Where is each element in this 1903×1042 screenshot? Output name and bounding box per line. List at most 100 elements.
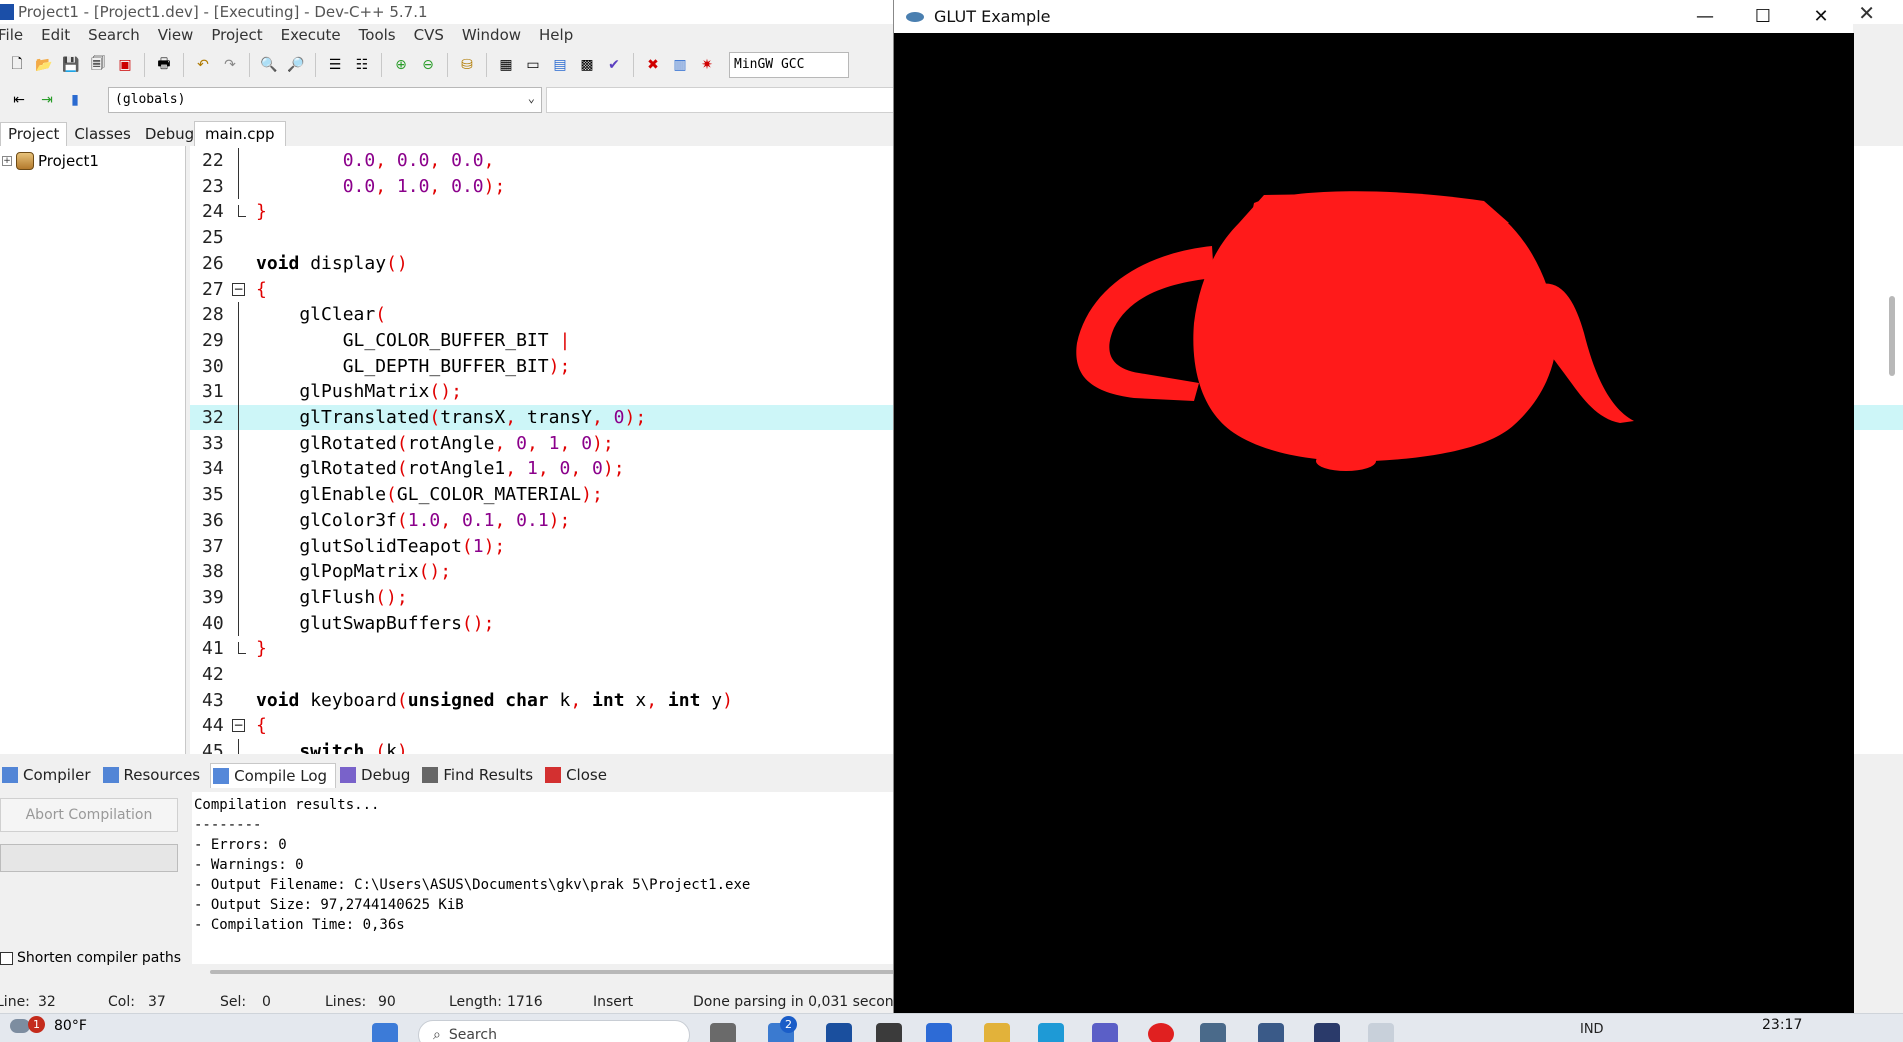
devcpp-taskbar-icon[interactable] — [1314, 1023, 1340, 1042]
code-token: (); — [461, 612, 495, 634]
delete-profile-icon[interactable]: ✷ — [696, 54, 718, 76]
compiler-select[interactable]: MinGW GCC — [729, 52, 849, 78]
close-file-icon[interactable]: ▣ — [114, 54, 136, 76]
open-file-icon[interactable]: 📂 — [33, 54, 55, 76]
fold-guide — [238, 739, 239, 754]
menu-project[interactable]: Project — [211, 26, 272, 44]
tab-classes[interactable]: Classes — [67, 123, 138, 146]
code-token: ( — [375, 304, 387, 326]
line-number: 29 — [202, 329, 224, 351]
taskbar-search[interactable]: ⌕ Search — [418, 1020, 690, 1042]
profile-icon[interactable]: ▥ — [669, 54, 691, 76]
rebuild-all-icon[interactable]: ▩ — [576, 54, 598, 76]
bookmark-icon[interactable]: ▮ — [64, 89, 86, 111]
collapse-icon[interactable]: − — [232, 719, 245, 733]
opera-icon[interactable] — [1148, 1023, 1174, 1042]
expand-icon[interactable]: + — [2, 156, 12, 166]
indent-icon[interactable]: ☰ — [324, 54, 346, 76]
remove-from-project-icon[interactable]: ⊖ — [417, 54, 439, 76]
save-icon[interactable]: 💾 — [60, 54, 82, 76]
goto-icon[interactable]: ⇤ — [8, 89, 30, 111]
edge-icon[interactable] — [1038, 1023, 1064, 1042]
language-indicator[interactable]: IND — [1580, 1022, 1604, 1037]
code-token: ( — [386, 484, 397, 506]
compile-run-icon[interactable]: ▤ — [549, 54, 571, 76]
insert-icon[interactable]: ⇥ — [36, 89, 58, 111]
glut-app-icon — [906, 11, 924, 22]
line-number: 37 — [202, 535, 224, 557]
glut-render-canvas[interactable] — [894, 33, 1854, 1014]
store-icon[interactable] — [826, 1023, 852, 1042]
devcpp-app-icon — [0, 4, 14, 20]
code-text: void display() — [256, 251, 408, 276]
teams-icon[interactable] — [1092, 1023, 1118, 1042]
menu-view[interactable]: View — [158, 26, 204, 44]
replace-icon[interactable]: 🔎 — [285, 54, 307, 76]
find-icon[interactable]: 🔍 — [258, 54, 280, 76]
tab-debug[interactable]: Debug — [338, 763, 418, 787]
project-options-icon[interactable]: ⛁ — [456, 54, 478, 76]
menu-execute[interactable]: Execute — [281, 26, 351, 44]
collapse-icon[interactable]: − — [232, 282, 245, 296]
minimize-icon[interactable]: — — [1676, 0, 1734, 33]
save-all-icon[interactable]: 🗐 — [87, 54, 109, 76]
shorten-paths-checkbox[interactable] — [0, 951, 13, 965]
vscode-icon[interactable] — [926, 1023, 952, 1042]
maximize-icon[interactable]: ☐ — [1734, 0, 1792, 33]
tab-close[interactable]: Close — [543, 763, 615, 787]
tab-find-results[interactable]: Find Results — [420, 763, 541, 787]
app-icon[interactable] — [876, 1023, 902, 1042]
abort-compilation-button[interactable]: Abort Compilation — [0, 798, 178, 832]
app-icon-2[interactable] — [1258, 1023, 1284, 1042]
toolbar-separator — [447, 53, 448, 77]
menu-window[interactable]: Window — [462, 26, 531, 44]
tab-main-cpp[interactable]: main.cpp — [194, 121, 286, 146]
task-view-icon[interactable] — [710, 1023, 736, 1042]
menu-search[interactable]: Search — [88, 26, 150, 44]
shorten-paths-row[interactable]: Shorten compiler paths — [0, 950, 181, 966]
add-to-project-icon[interactable]: ⊕ — [390, 54, 412, 76]
members-select[interactable] — [546, 87, 906, 113]
clock-time[interactable]: 23:17 — [1762, 1017, 1802, 1033]
print-icon[interactable]: 🖶 — [153, 54, 175, 76]
compile-icon[interactable]: ▦ — [495, 54, 517, 76]
code-token: 1.0 — [396, 175, 430, 197]
find-results-icon — [422, 767, 439, 783]
file-explorer-icon[interactable] — [984, 1023, 1010, 1042]
code-token: } — [256, 638, 267, 660]
unindent-icon[interactable]: ☷ — [351, 54, 373, 76]
log-line: - Compilation Time: 0,36s — [194, 917, 405, 933]
redo-icon[interactable]: ↷ — [219, 54, 241, 76]
syntax-check-icon[interactable]: ✔ — [603, 54, 625, 76]
close-icon[interactable]: ✕ — [1792, 0, 1850, 33]
editor-scrollbar-thumb[interactable] — [1889, 296, 1895, 376]
start-icon[interactable] — [372, 1023, 398, 1042]
menu-cvs[interactable]: CVS — [414, 26, 454, 44]
compile-log-scrollbar[interactable] — [210, 970, 900, 974]
code-token: , — [559, 432, 582, 454]
tab-compiler[interactable]: Compiler — [0, 763, 99, 787]
code-token: ); — [592, 432, 614, 454]
code-text: glRotated(rotAngle, 0, 1, 0); — [256, 431, 614, 456]
menu-help[interactable]: Help — [539, 26, 583, 44]
tab-compile-log[interactable]: Compile Log — [210, 762, 337, 788]
menu-file[interactable]: File — [0, 26, 33, 44]
stop-execution-icon[interactable]: ✖ — [642, 54, 664, 76]
glut-window: GLUT Example — ☐ ✕ — [893, 0, 1854, 1014]
tab-project[interactable]: Project — [0, 122, 68, 146]
new-file-icon[interactable]: 🗋 — [6, 54, 28, 76]
close-icon[interactable]: ✕ — [1858, 1, 1875, 25]
project-tree-item[interactable]: + Project1 — [2, 152, 99, 170]
tab-resources[interactable]: Resources — [101, 763, 209, 787]
weather-widget[interactable]: 1 80°F — [10, 1016, 87, 1034]
code-text: glutSolidTeapot(1); — [256, 534, 505, 559]
undo-icon[interactable]: ↶ — [192, 54, 214, 76]
menu-tools[interactable]: Tools — [359, 26, 406, 44]
run-icon[interactable]: ▭ — [522, 54, 544, 76]
glut-taskbar-icon[interactable] — [1368, 1023, 1394, 1042]
globals-select[interactable]: (globals) ⌄ — [108, 87, 542, 113]
menu-edit[interactable]: Edit — [41, 26, 80, 44]
app-window-icon[interactable] — [1200, 1023, 1226, 1042]
code-token: transY — [526, 407, 592, 428]
code-token: ( — [375, 741, 387, 754]
